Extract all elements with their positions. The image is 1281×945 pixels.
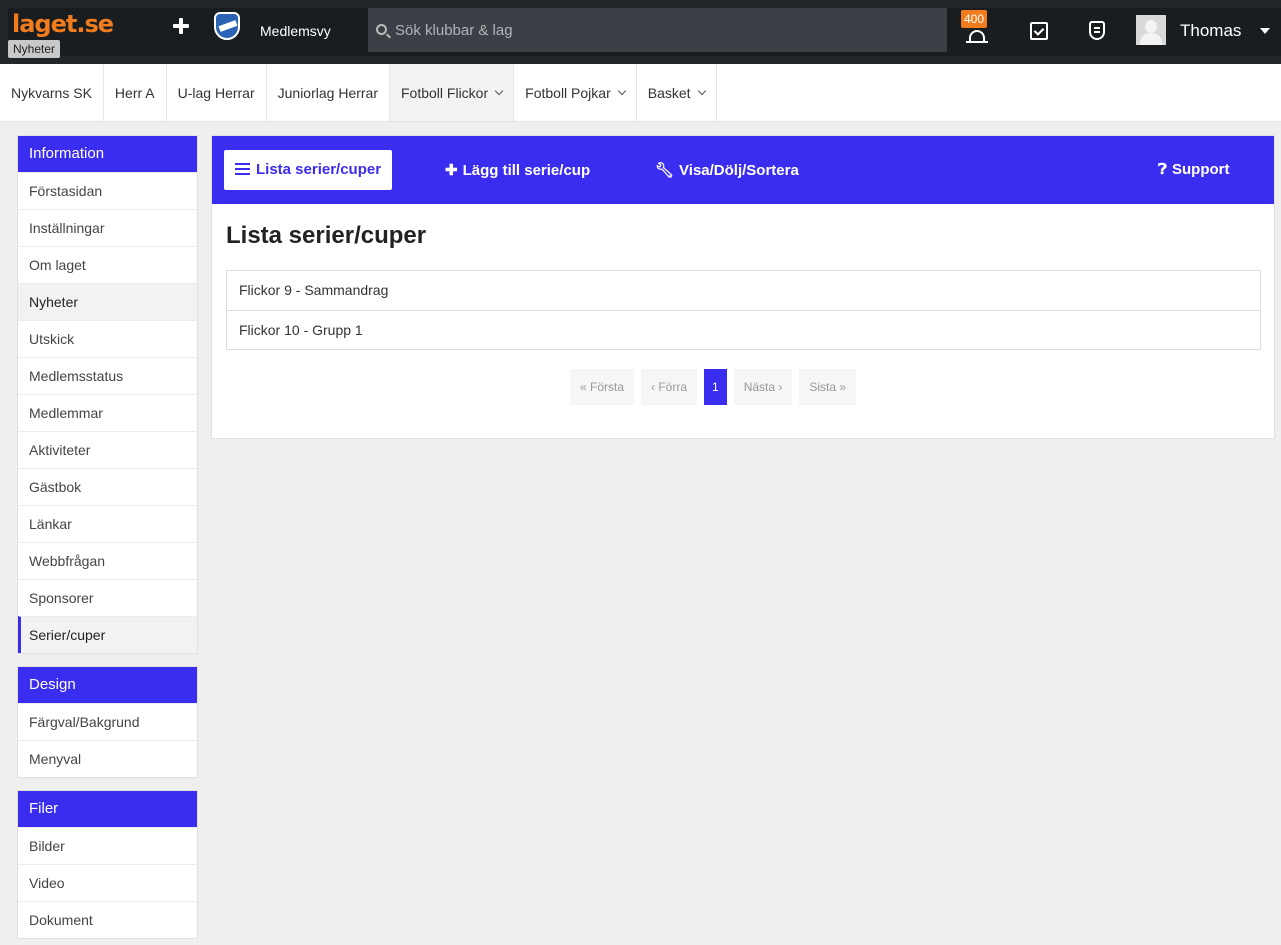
list-series-label: Lista serier/cuper [256,161,382,178]
add-series-label: Lägg till serie/cup [462,162,591,179]
team-tab-fotboll-flickor[interactable]: Fotboll Flickor [390,64,515,121]
top-bar: laget.se Nyheter Medlemsvy 400 Thomas [0,0,1281,64]
shield-icon[interactable] [1089,21,1105,40]
member-view-link[interactable]: Medlemsvy [260,23,331,39]
chevron-down-icon [494,86,504,96]
sidebar-item-fargval[interactable]: Färgval/Bakgrund [18,703,197,740]
sidebar-item-menyval[interactable]: Menyval [18,740,197,777]
sidebar-item-om-laget[interactable]: Om laget [18,246,197,283]
calendar-check-icon[interactable] [1030,22,1048,40]
team-tab-label: Juniorlag Herrar [277,84,378,101]
team-tab-label: U-lag Herrar [177,84,255,101]
pager-first[interactable]: « Första [570,369,635,405]
notification-badge: 400 [961,10,988,28]
username[interactable]: Thomas [1180,21,1241,41]
sidebar-item-nyheter[interactable]: Nyheter [18,283,197,320]
sidebar-item-sponsorer[interactable]: Sponsorer [18,579,197,616]
question-circle-icon: ❓︎ [1158,161,1168,178]
list-icon [235,163,250,175]
list-item[interactable]: Flickor 10 - Grupp 1 [227,310,1260,349]
pagination: « Första ‹ Förra 1 Nästa › Sista » [570,369,863,405]
chevron-down-icon [617,86,626,96]
search-input[interactable] [395,18,935,42]
list-series-button[interactable]: Lista serier/cuper [224,150,393,190]
tooltip: Nyheter [8,40,61,58]
sidebar-item-dokument[interactable]: Dokument [18,901,197,938]
pager-next[interactable]: Nästa › [733,369,793,405]
team-tab-nykvarns-sk[interactable]: Nykvarns SK [0,64,104,121]
bell-icon-base [966,41,988,43]
team-tab-juniorlag-herrar[interactable]: Juniorlag Herrar [267,64,390,121]
sidebar-item-medlemsstatus[interactable]: Medlemsstatus [18,357,197,394]
series-list: Flickor 9 - Sammandrag Flickor 10 - Grup… [226,270,1261,350]
page-title: Lista serier/cuper [226,222,427,249]
logo-suffix: .se [76,10,114,38]
show-hide-sort-label: Visa/Dölj/Sortera [679,162,799,179]
team-tab-label: Fotboll Flickor [401,84,489,101]
sidebar-item-installningar[interactable]: Inställningar [18,209,197,246]
sidebar-item-forstasidan[interactable]: Förstasidan [18,172,197,209]
sidebar-item-medlemmar[interactable]: Medlemmar [18,394,197,431]
notifications-button[interactable]: 400 [961,10,997,52]
sidebar-section-design: Design Färgval/Bakgrund Menyval [17,666,198,778]
pager-last[interactable]: Sista » [799,369,857,405]
sidebar-heading: Filer [18,791,197,827]
team-tab-u-lag-herrar[interactable]: U-lag Herrar [167,64,267,121]
caret-down-icon[interactable] [1260,28,1270,34]
sidebar-heading: Design [18,667,197,703]
add-series-button[interactable]: ✚ Lägg till serie/cup [445,161,590,179]
sidebar-section-filer: Filer Bilder Video Dokument [17,790,198,939]
team-tab-label: Herr A [114,84,155,101]
sidebar-item-utskick[interactable]: Utskick [18,320,197,357]
club-logo-stripe [218,20,238,32]
sidebar: Information Förstasidan Inställningar Om… [17,135,198,945]
team-tab-basket[interactable]: Basket [637,64,717,121]
pager-current[interactable]: 1 [704,369,727,405]
action-bar: Lista serier/cuper ✚ Lägg till serie/cup … [212,136,1274,204]
sidebar-item-webbfragan[interactable]: Webbfrågan [18,542,197,579]
avatar[interactable] [1136,15,1166,45]
add-icon[interactable] [172,17,190,35]
team-nav: Nykvarns SK Herr A U-lag Herrar Juniorla… [0,64,1281,122]
sidebar-heading: Information [18,136,197,172]
team-tab-label: Basket [647,84,691,101]
club-logo-icon[interactable] [214,12,240,40]
chevron-down-icon [697,86,706,96]
sidebar-item-video[interactable]: Video [18,864,197,901]
list-item[interactable]: Flickor 9 - Sammandrag [227,271,1260,310]
sidebar-item-bilder[interactable]: Bilder [18,827,197,864]
sidebar-item-serier-cuper[interactable]: Serier/cuper [18,616,197,653]
show-hide-sort-button[interactable]: 🔧︎ Visa/Dölj/Sortera [655,161,799,179]
main-panel: Lista serier/cuper ✚ Lägg till serie/cup … [211,135,1275,439]
team-tab-herr-a[interactable]: Herr A [104,64,167,121]
team-tab-label: Nykvarns SK [11,84,92,101]
pager-prev[interactable]: ‹ Förra [641,369,698,405]
support-label: Support [1172,161,1230,178]
sidebar-item-lankar[interactable]: Länkar [18,505,197,542]
sidebar-section-information: Information Förstasidan Inställningar Om… [17,135,198,654]
plus-icon: ✚ [445,162,458,179]
search-icon [376,24,387,35]
team-tab-label: Fotboll Pojkar [525,84,611,101]
laget-logo[interactable]: laget.se [12,10,114,38]
wrench-icon: 🔧︎ [655,162,675,179]
team-tab-fotboll-pojkar[interactable]: Fotboll Pojkar [514,64,637,121]
logo-text: laget [12,10,77,38]
search-box[interactable] [368,8,947,52]
sidebar-item-gastbok[interactable]: Gästbok [18,468,197,505]
sidebar-item-aktiviteter[interactable]: Aktiviteter [18,431,197,468]
support-button[interactable]: ❓︎ Support [1158,161,1230,178]
